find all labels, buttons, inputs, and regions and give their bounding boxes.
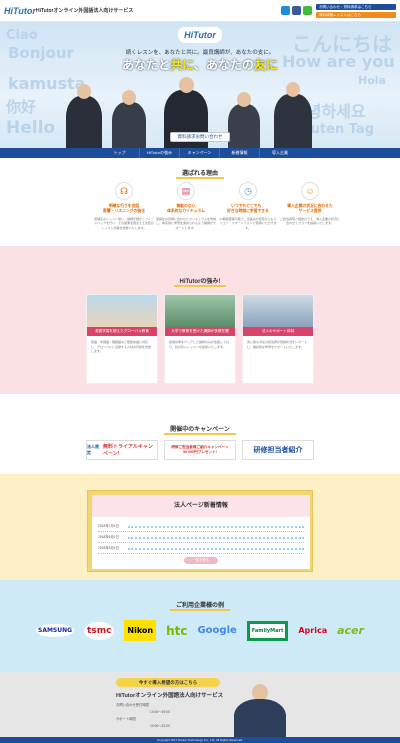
clock-icon: ◷ (239, 182, 257, 200)
copyright: Copyright 2017 Hitutor Technology Co., L… (0, 737, 400, 743)
section-title: HiTutorの強み! (0, 276, 400, 287)
client-logo: Google (197, 625, 237, 636)
news-item[interactable]: 2018年6月1日 (98, 532, 304, 543)
nav-item-top[interactable]: トップ (100, 148, 140, 158)
book-icon: ▤ (177, 182, 195, 200)
section-title: ご利用企業様の例 (0, 600, 400, 611)
news-section: 法人ページ新着情報 2018年7月1日 2018年6月1日 2018年5月1日 … (0, 474, 400, 580)
card-image (243, 295, 313, 327)
hero-headline: あなたと共に、あなたの友に (122, 58, 278, 72)
client-logo: acer (337, 624, 364, 637)
client-logo: SAMSUNG (36, 624, 75, 637)
clients-section: ご利用企業様の例 SAMSUNG tsmc Nikon htc Google F… (0, 580, 400, 672)
news-item[interactable]: 2018年7月1日 (98, 521, 304, 532)
nav-item-campaign[interactable]: キャンペーン (180, 148, 220, 158)
news-panel: 法人ページ新着情報 2018年7月1日 2018年6月1日 2018年5月1日 … (87, 490, 313, 572)
strength-card: 英語学習を超えたグローバル教育 英語・中国語・韓国語など複数言語に対応し、グロー… (86, 294, 158, 384)
reason-item: ☊ 明確な行うを会話 影響・リスニングの強化 受講生のレッスン後に、講師が細かく… (94, 182, 154, 230)
bg-word: Ciao (6, 28, 38, 43)
bg-word: Hello (6, 118, 56, 138)
footer-title: HiTutorオンライン外国語法人向けサービス (116, 693, 224, 699)
top-bar: HiTutor HiTutorオンライン外国語法人向けサービス お問い合わせ・資… (0, 0, 400, 22)
person-head (237, 92, 251, 107)
footer-support-label: サポート時間 (116, 717, 136, 721)
card-image (165, 295, 235, 327)
client-logo: FamilyMart (246, 620, 289, 641)
bg-word: Bonjour (8, 44, 74, 62)
person-head (77, 84, 91, 99)
header-buttons: お問い合わせ・資料請求はこちら 無料体験レッスンはこちら (316, 4, 396, 20)
facebook-icon[interactable] (292, 6, 301, 15)
headset-icon: ☊ (115, 182, 133, 200)
client-logo: Nikon (124, 620, 157, 641)
bg-word: Hola (358, 74, 386, 87)
main-nav: トップ HiTutorの強み キャンペーン 新着情報 導入企業 (0, 148, 400, 158)
site-logo[interactable]: HiTutor (4, 6, 36, 16)
page: HiTutor HiTutorオンライン外国語法人向けサービス お問い合わせ・資… (0, 0, 400, 743)
news-more-button[interactable]: 一覧を見る (184, 557, 218, 564)
person-figure (112, 102, 146, 148)
person-head (179, 77, 194, 93)
campaign-banner-trial[interactable]: 法人限定 無料トライアルキャンペーン! (86, 440, 158, 460)
person-figure (274, 94, 312, 148)
nav-item-clients[interactable]: 導入企業 (260, 148, 300, 158)
hero-logo: HiTutor (177, 26, 223, 44)
line-icon[interactable] (303, 6, 312, 15)
bg-word: 你好 (6, 98, 37, 116)
news-list: 2018年7月1日 2018年6月1日 2018年5月1日 一覧を見る (92, 517, 310, 569)
nav-item-news[interactable]: 新着情報 (220, 148, 260, 158)
hero-cta-button[interactable]: 資料請求お問い合わせ (170, 132, 230, 142)
person-figure (66, 96, 102, 148)
social-links (281, 6, 312, 15)
people-icon: ☺ (301, 182, 319, 200)
person-figure (228, 104, 260, 148)
card-image (87, 295, 157, 327)
nav-item-strengths[interactable]: HiTutorの強み (140, 148, 180, 158)
strength-card: 法人のサポート体制 導入後も専任の担当者が受講状況をレポートし、継続的な学習をサ… (242, 294, 314, 384)
reasons-section: 選ばれる理由 ☊ 明確な行うを会話 影響・リスニングの強化 受講生のレッスン後に… (0, 158, 400, 246)
strength-card: 大学で教育を受けた講師が多数在籍 採用基準をクリアした講師のみが在籍しており、質… (164, 294, 236, 384)
contact-button[interactable]: お問い合わせ・資料請求はこちら (316, 4, 396, 10)
campaign-section: 開催中のキャンペーン 法人限定 無料トライアルキャンペーン! 研修ご担当者様ご紹… (0, 394, 400, 474)
hero-banner: Ciao Bonjour こんにちは How are you Hola kamu… (0, 22, 400, 148)
site-title: HiTutorオンライン外国語法人向けサービス (36, 8, 134, 14)
campaign-banner-introduce[interactable]: 研修担当者紹介 (242, 440, 314, 460)
client-logo: Aprica (298, 626, 328, 635)
footer-cta-button[interactable]: 今すぐ導入希望の方はこちら (116, 678, 220, 687)
person-figure (234, 699, 286, 737)
footer-support-value: 10:00～22:00 (150, 724, 170, 728)
person-head (122, 90, 136, 105)
reason-item: ▤ 無駄のない 体系的なカリキュラム 受講生の目標に合わせたカリキュラムを作成し… (156, 182, 216, 230)
bg-word: kamusta (8, 74, 86, 93)
trial-button[interactable]: 無料体験レッスンはこちら (316, 12, 396, 18)
footer-hours-label: お問い合わせ受付時間 (116, 703, 149, 707)
client-logo: tsmc (84, 621, 115, 640)
footer: 今すぐ導入希望の方はこちら HiTutorオンライン外国語法人向けサービス お問… (0, 672, 400, 743)
reason-item: ◷ いつでもどこでも、 好きな時間に学習できる 24時間受講可能で、出張先や自宅… (218, 182, 278, 230)
twitter-icon[interactable] (281, 6, 290, 15)
reason-item: ☺ 導入企業の状況に合わせた サービス提供 ご担当者様と相談のうえ、導入企業の状… (280, 182, 340, 226)
news-title: 法人ページ新着情報 (92, 495, 310, 517)
section-title: 選ばれる理由 (0, 168, 400, 179)
client-logo: htc (166, 623, 188, 638)
footer-hours-value: 10:00～19:00 (150, 710, 170, 714)
news-item[interactable]: 2018年5月1日 (98, 543, 304, 554)
campaign-banner-referral[interactable]: 研修ご担当者様ご紹介キャンペーン 50,000円プレゼント! (164, 440, 236, 460)
strengths-section: HiTutorの強み! 英語学習を超えたグローバル教育 英語・中国語・韓国語など… (0, 246, 400, 394)
client-logos: SAMSUNG tsmc Nikon htc Google FamilyMart… (36, 620, 364, 641)
section-title: 開催中のキャンペーン (0, 424, 400, 435)
hero-subline: 続くレスンを、あなたと共に。最良講師が、あなたの支に。 (125, 50, 275, 56)
person-head (286, 82, 300, 97)
